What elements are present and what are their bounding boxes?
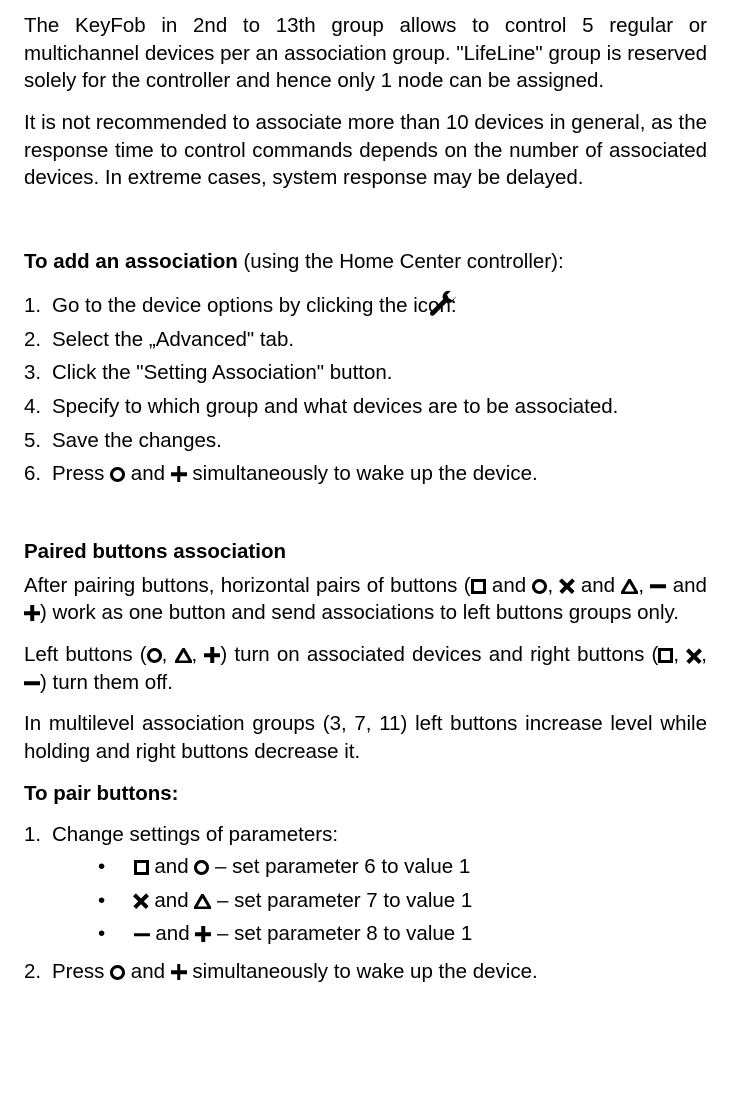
minus-icon <box>650 579 666 594</box>
pair-bullet-2: and – set parameter 7 to value 1 <box>58 887 707 915</box>
plus-icon <box>24 605 40 621</box>
intro-paragraph-1: The KeyFob in 2nd to 13th group allows t… <box>24 12 707 95</box>
square-icon <box>658 648 673 663</box>
paired-paragraph-1: After pairing buttons, horizontal pairs … <box>24 572 707 627</box>
add-association-steps: 1.Go to the device options by clicking t… <box>24 290 707 488</box>
x-icon <box>134 894 149 909</box>
pair-bullet-1: and – set parameter 6 to value 1 <box>58 853 707 881</box>
step-4: 4.Specify to which group and what device… <box>24 393 707 421</box>
pair-step-1: 1.Change settings of parameters: and – s… <box>24 821 707 948</box>
square-icon <box>134 860 149 875</box>
paired-paragraph-3: In multilevel association groups (3, 7, … <box>24 710 707 765</box>
circle-icon <box>110 467 125 482</box>
pair-step-2: 2.Press and simultaneously to wake up th… <box>24 958 707 986</box>
circle-icon <box>532 579 547 594</box>
step-2: 2.Select the „Advanced" tab. <box>24 326 707 354</box>
triangle-icon <box>621 579 638 594</box>
paired-paragraph-2: Left buttons (, , ) turn on associated d… <box>24 641 707 696</box>
add-association-heading-rest: (using the Home Center controller): <box>238 250 564 273</box>
step-5: 5.Save the changes. <box>24 427 707 455</box>
paired-heading: Paired buttons association <box>24 538 707 566</box>
triangle-icon <box>194 894 211 909</box>
triangle-icon <box>175 648 192 663</box>
minus-icon <box>24 676 40 691</box>
x-icon <box>686 648 701 663</box>
circle-icon <box>147 648 162 663</box>
circle-icon <box>110 965 125 980</box>
x-icon <box>560 579 575 594</box>
step-6: 6.Press and simultaneously to wake up th… <box>24 460 707 488</box>
step-1: 1.Go to the device options by clicking t… <box>24 290 707 320</box>
pair-bullet-3: and – set parameter 8 to value 1 <box>58 920 707 948</box>
plus-icon <box>171 964 187 980</box>
pair-steps: 1.Change settings of parameters: and – s… <box>24 821 707 985</box>
pair-bullets: and – set parameter 6 to value 1 and – s… <box>58 853 707 948</box>
add-association-heading-bold: To add an association <box>24 250 238 273</box>
plus-icon <box>204 647 220 663</box>
minus-icon <box>134 927 150 942</box>
circle-icon <box>194 860 209 875</box>
plus-icon <box>195 926 211 942</box>
step-3: 3.Click the "Setting Association" button… <box>24 359 707 387</box>
intro-paragraph-2: It is not recommended to associate more … <box>24 109 707 192</box>
plus-icon <box>171 466 187 482</box>
square-icon <box>471 579 486 594</box>
document-page: The KeyFob in 2nd to 13th group allows t… <box>0 0 731 1107</box>
add-association-heading: To add an association (using the Home Ce… <box>24 248 707 276</box>
wrench-icon <box>462 290 492 320</box>
to-pair-heading: To pair buttons: <box>24 780 707 808</box>
